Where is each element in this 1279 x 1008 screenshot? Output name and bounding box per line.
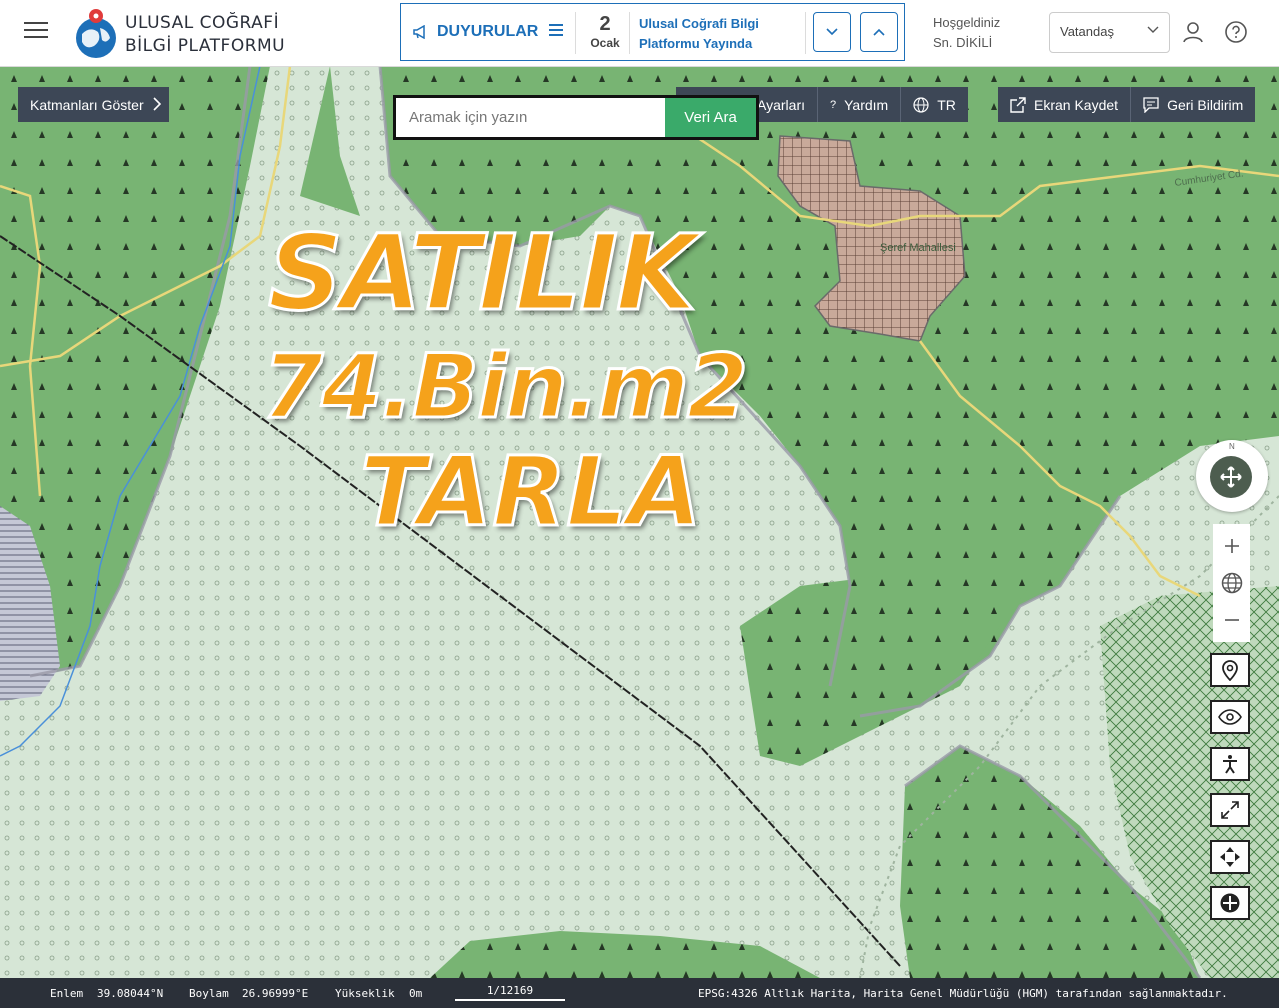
latitude-value: 39.08044°N <box>97 987 164 1000</box>
search-input[interactable] <box>396 98 666 137</box>
divider <box>575 12 576 54</box>
chevron-down-icon <box>1147 26 1159 33</box>
brand-title: ULUSAL COĞRAFİ BİLGİ PLATFORMU <box>125 12 285 58</box>
longitude-label: Boylam <box>189 987 229 1000</box>
screenshot-button[interactable]: Ekran Kaydet <box>998 87 1132 122</box>
elevation-value: 0m <box>409 987 423 1000</box>
scale-bar: 1/12169 <box>455 978 565 1001</box>
megaphone-icon <box>413 25 425 39</box>
zoom-out-button[interactable] <box>1224 602 1240 638</box>
neighborhood-label: Şeref Mahallesi <box>880 242 956 254</box>
hamburger-menu-icon[interactable] <box>24 22 48 42</box>
search-button[interactable]: Veri Ara <box>665 98 756 137</box>
role-select-value: Vatandaş <box>1060 24 1114 39</box>
scale-value: 1/12169 <box>486 984 534 997</box>
show-layers-button[interactable]: Katmanları Göster <box>18 87 169 122</box>
divider <box>629 12 630 54</box>
language-button[interactable]: TR <box>901 87 968 122</box>
announcement-text-line-1: Ulusal Coğrafi Bilgi <box>639 16 759 31</box>
chevron-right-icon <box>153 97 161 111</box>
help-icon[interactable] <box>1224 20 1248 44</box>
collapse-arrows-icon <box>1220 847 1240 867</box>
brand-line-2: BİLGİ PLATFORMU <box>125 36 286 56</box>
plus-icon <box>1224 539 1239 553</box>
brand-line-1: ULUSAL COĞRAFİ <box>125 13 280 33</box>
feedback-button[interactable]: Geri Bildirim <box>1131 87 1255 122</box>
map-toolbar-right: Ekran Kaydet Geri Bildirim <box>998 87 1256 122</box>
role-select[interactable]: Vatandaş <box>1049 12 1170 53</box>
world-view-button[interactable] <box>1221 565 1243 601</box>
help-label: Yardım <box>844 96 889 113</box>
status-bar: Enlem 39.08044°N Boylam 26.96999°E Yükse… <box>0 978 1279 1008</box>
feedback-label: Geri Bildirim <box>1167 96 1244 113</box>
announcement-text[interactable]: Ulusal Coğrafi Bilgi Platformu Yayında <box>639 14 799 54</box>
crosshair-icon <box>1220 893 1240 913</box>
announcements-title: DUYURULAR <box>437 23 539 40</box>
welcome-user: Sn. DİKİLİ <box>933 35 993 50</box>
map-pin-icon <box>1222 660 1238 681</box>
accessibility-icon <box>1223 755 1237 774</box>
announcement-date: 2 Ocak <box>581 12 629 50</box>
chevron-down-icon <box>826 28 838 36</box>
elevation-label: Yükseklik <box>335 987 395 1000</box>
screenshot-label: Ekran Kaydet <box>1034 96 1119 113</box>
globe-icon <box>913 96 929 113</box>
search-bar: Veri Ara <box>393 95 759 140</box>
announcement-day: 2 <box>599 13 611 35</box>
expand-icon <box>1221 801 1239 819</box>
compass-north-label: N <box>1229 442 1235 451</box>
minus-icon <box>1224 619 1239 621</box>
external-link-icon <box>1010 96 1026 113</box>
announcement-prev-button[interactable] <box>860 12 898 52</box>
comment-icon <box>1143 96 1159 113</box>
announcements-label[interactable]: DUYURULAR <box>413 23 538 41</box>
question-icon: ? <box>830 98 837 111</box>
extent-button[interactable] <box>1210 840 1250 874</box>
announcement-next-button[interactable] <box>813 12 851 52</box>
announcement-text-line-2: Platformu Yayında <box>639 36 753 51</box>
settings-label: Ayarları <box>757 96 805 113</box>
platform-logo[interactable] <box>72 6 120 60</box>
compass-control[interactable]: N <box>1196 440 1268 512</box>
announcements-list-icon[interactable] <box>549 24 563 39</box>
announcement-month: Ocak <box>590 36 620 50</box>
fullscreen-button[interactable] <box>1210 793 1250 827</box>
chevron-up-icon <box>873 28 885 36</box>
move-icon <box>1210 456 1252 498</box>
visibility-button[interactable] <box>1210 700 1250 734</box>
welcome-greeting: Hoşgeldiniz <box>933 15 1001 30</box>
announcements-panel: DUYURULAR 2 Ocak Ulusal Coğrafi Bilgi Pl… <box>400 3 905 61</box>
eye-icon <box>1218 709 1242 725</box>
user-icon[interactable] <box>1181 20 1205 44</box>
zoom-in-button[interactable] <box>1224 528 1240 564</box>
help-button[interactable]: ? Yardım <box>818 87 902 122</box>
attribution-text: EPSG:4326 Altlık Harita, Harita Genel Mü… <box>698 987 1228 1000</box>
language-label: TR <box>937 96 956 113</box>
pan-button[interactable] <box>1210 886 1250 920</box>
globe-icon <box>1221 572 1242 594</box>
zoom-control <box>1213 524 1250 642</box>
latitude-label: Enlem <box>50 987 84 1000</box>
map-canvas[interactable]: Şeref Mahallesi Cumhuriyet Cd. <box>0 66 1279 978</box>
accessibility-button[interactable] <box>1210 747 1250 781</box>
welcome-text: Hoşgeldiniz Sn. DİKİLİ <box>933 13 1000 53</box>
app-header: ULUSAL COĞRAFİ BİLGİ PLATFORMU DUYURULAR… <box>0 0 1279 67</box>
longitude-value: 26.96999°E <box>242 987 309 1000</box>
show-layers-label: Katmanları Göster <box>30 96 144 113</box>
location-button[interactable] <box>1210 653 1250 687</box>
divider <box>805 12 806 54</box>
map-background: Şeref Mahallesi Cumhuriyet Cd. <box>0 66 1279 978</box>
